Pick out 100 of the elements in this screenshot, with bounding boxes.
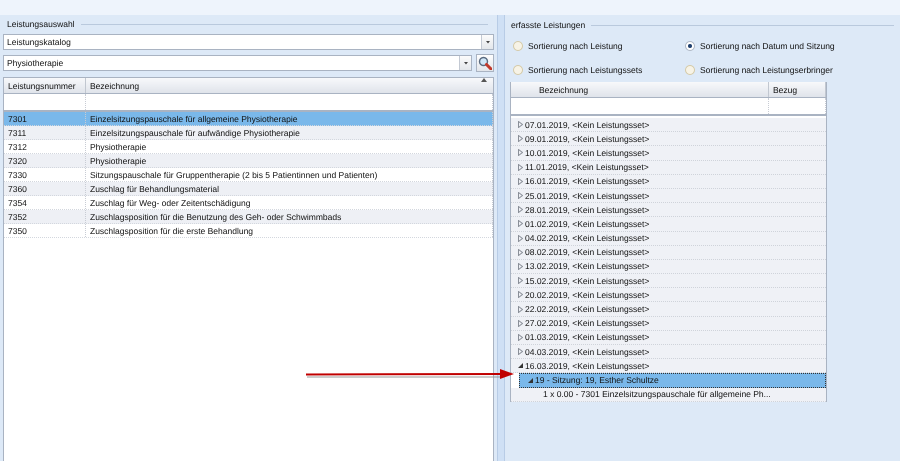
radio-button[interactable] (685, 41, 695, 51)
collapsed-triangle-icon[interactable] (518, 291, 522, 298)
tree-row[interactable]: 1 x 0.00 - 7301 Einzelsitzungspauschale für allgemeine Ph... (511, 388, 826, 402)
magnifier-icon (478, 56, 492, 70)
tree-row[interactable]: 20.02.2019, <Kein Leistungsset> (511, 288, 826, 302)
table-cell: Zuschlag für Weg- oder Zeitentschädigung (86, 196, 493, 209)
tree-row[interactable]: 16.01.2019, <Kein Leistungsset> (511, 174, 826, 189)
row-label: 16.01.2019, <Kein Leistungsset> (525, 175, 650, 188)
radio-button[interactable] (513, 41, 523, 51)
radio-label[interactable]: Sortierung nach Leistungssets (528, 65, 642, 75)
row-label: 25.01.2019, <Kein Leistungsset> (525, 190, 650, 203)
tree-row[interactable]: 28.01.2019, <Kein Leistungsset> (511, 203, 826, 218)
expanded-triangle-icon[interactable] (528, 378, 532, 383)
radio-label[interactable]: Sortierung nach Leistungserbringer (700, 65, 833, 75)
collapsed-triangle-icon[interactable] (518, 206, 522, 214)
table-cell: 7354 (4, 196, 86, 209)
column-header[interactable]: Bezeichnung (86, 78, 493, 93)
table-row[interactable]: 7311 Einzelsitzungspauschale für aufwändige Physiotherapie (4, 126, 493, 140)
row-label: 10.01.2019, <Kein Leistungsset> (525, 146, 650, 160)
row-label: 19 - Sitzung: 19, Esther Schultze (535, 374, 659, 388)
row-label: 01.02.2019, <Kein Leistungsset> (525, 218, 650, 231)
dropdown-button[interactable] (459, 56, 471, 70)
row-label: 1 x 0.00 - 7301 Einzelsitzungspauschale für allgemeine Ph... (543, 388, 771, 402)
tree-row[interactable]: 13.02.2019, <Kein Leistungsset> (511, 260, 826, 274)
group-title: erfasste Leistungen (511, 19, 586, 31)
collapsed-triangle-icon[interactable] (518, 348, 522, 356)
tree-row[interactable]: 09.01.2019, <Kein Leistungsset> (511, 132, 826, 146)
row-label: 27.02.2019, <Kein Leistungsset> (525, 317, 650, 330)
table-cell: 7320 (4, 154, 86, 167)
table-cell: 7360 (4, 182, 86, 195)
row-label: 04.03.2019, <Kein Leistungsset> (525, 346, 650, 359)
caret-icon (484, 40, 490, 44)
radio-label[interactable]: Sortierung nach Datum und Sitzung (700, 41, 835, 51)
table-row[interactable]: 7350 Zuschlagsposition für die erste Behandlung (4, 224, 493, 238)
radio-label[interactable]: Sortierung nach Leistung (528, 41, 623, 51)
table-cell: 7352 (4, 210, 86, 223)
row-label: 13.02.2019, <Kein Leistungsset> (525, 260, 650, 274)
table-cell: Sitzungspauschale für Gruppentherapie (2 bis 5 Patientinnen und Patienten) (86, 168, 493, 181)
row-label: 22.02.2019, <Kein Leistungsset> (525, 303, 650, 316)
row-label: 28.01.2019, <Kein Leistungsset> (525, 204, 650, 217)
collapsed-triangle-icon[interactable] (518, 306, 522, 313)
row-label: 07.01.2019, <Kein Leistungsset> (525, 118, 650, 132)
table-cell: Physiotherapie (86, 154, 493, 167)
tree-row[interactable]: 16.03.2019, <Kein Leistungsset> (511, 359, 826, 374)
collapsed-triangle-icon[interactable] (518, 320, 522, 327)
tree-row[interactable]: 11.01.2019, <Kein Leistungsset> (511, 160, 826, 175)
dropdown[interactable]: Physiotherapie (3, 55, 472, 71)
row-label: 09.01.2019, <Kein Leistungsset> (525, 132, 650, 146)
collapsed-triangle-icon[interactable] (518, 192, 522, 200)
collapsed-triangle-icon[interactable] (518, 121, 522, 128)
table-cell: Einzelsitzungspauschale für allgemeine Physiotherapie (86, 112, 493, 125)
table-cell: Zuschlagsposition für die erste Behandlung (86, 224, 493, 237)
tree-row[interactable]: 04.03.2019, <Kein Leistungsset> (511, 345, 826, 360)
tree-row[interactable]: 10.01.2019, <Kein Leistungsset> (511, 146, 826, 161)
row-label: 11.01.2019, <Kein Leistungsset> (525, 161, 649, 174)
collapsed-triangle-icon[interactable] (518, 234, 522, 242)
dropdown[interactable]: Leistungskatalog (3, 34, 494, 50)
collapsed-triangle-icon[interactable] (518, 149, 522, 156)
group-title: Leistungsauswahl (7, 18, 75, 30)
column-header[interactable]: Bezug (769, 82, 826, 97)
table-cell: 7301 (4, 112, 86, 125)
table-row[interactable]: 7360 Zuschlag für Behandlungsmaterial (4, 182, 493, 196)
row-label: 16.03.2019, <Kein Leistungsset> (525, 360, 650, 373)
row-label: 20.02.2019, <Kein Leistungsset> (525, 288, 650, 302)
tree-row[interactable]: 01.03.2019, <Kein Leistungsset> (511, 330, 826, 345)
caret-icon (462, 61, 468, 65)
collapsed-triangle-icon[interactable] (518, 248, 522, 256)
radio-button[interactable] (685, 65, 695, 75)
collapsed-triangle-icon[interactable] (518, 135, 522, 142)
column-header[interactable]: Leistungsnummer (4, 78, 86, 93)
row-label: 08.02.2019, <Kein Leistungsset> (525, 246, 650, 260)
tree-row[interactable]: 07.01.2019, <Kein Leistungsset> (511, 118, 826, 132)
tree-row[interactable]: 19 - Sitzung: 19, Esther Schultze (519, 373, 826, 388)
collapsed-triangle-icon[interactable] (518, 164, 522, 171)
tree-row[interactable]: 15.02.2019, <Kein Leistungsset> (511, 274, 826, 288)
tree-row[interactable]: 22.02.2019, <Kein Leistungsset> (511, 302, 826, 317)
table-cell: 7311 (4, 126, 86, 139)
tree-row[interactable]: 25.01.2019, <Kein Leistungsset> (511, 188, 826, 204)
table-row[interactable]: 7352 Zuschlagsposition für die Benutzung des Geh- oder Schwimmbads (4, 210, 493, 224)
table-cell: Physiotherapie (86, 140, 493, 153)
tree-row[interactable]: 27.02.2019, <Kein Leistungsset> (511, 316, 826, 331)
expanded-triangle-icon[interactable] (518, 363, 522, 368)
collapsed-triangle-icon[interactable] (518, 262, 522, 270)
collapsed-triangle-icon[interactable] (518, 277, 522, 284)
table-row[interactable]: 7320 Physiotherapie (4, 154, 493, 168)
table-cell: 7330 (4, 168, 86, 181)
collapsed-triangle-icon[interactable] (518, 220, 522, 228)
row-label: 15.02.2019, <Kein Leistungsset> (525, 274, 650, 288)
dropdown-button[interactable] (481, 35, 493, 49)
collapsed-triangle-icon[interactable] (518, 178, 522, 185)
radio-button[interactable] (513, 65, 523, 75)
tool-button[interactable] (476, 54, 494, 72)
table-cell: 7350 (4, 224, 86, 237)
table-row[interactable]: 7301 Einzelsitzungspauschale für allgemeine Physiotherapie (4, 112, 493, 126)
column-header[interactable]: Bezeichnung (511, 82, 769, 97)
tree-row[interactable]: 01.02.2019, <Kein Leistungsset> (511, 217, 826, 232)
collapsed-triangle-icon[interactable] (518, 334, 522, 341)
tree-row[interactable]: 04.02.2019, <Kein Leistungsset> (511, 232, 826, 246)
tree-row[interactable]: 08.02.2019, <Kein Leistungsset> (511, 246, 826, 260)
table-cell: Zuschlagsposition für die Benutzung des Geh- oder Schwimmbads (86, 210, 493, 223)
